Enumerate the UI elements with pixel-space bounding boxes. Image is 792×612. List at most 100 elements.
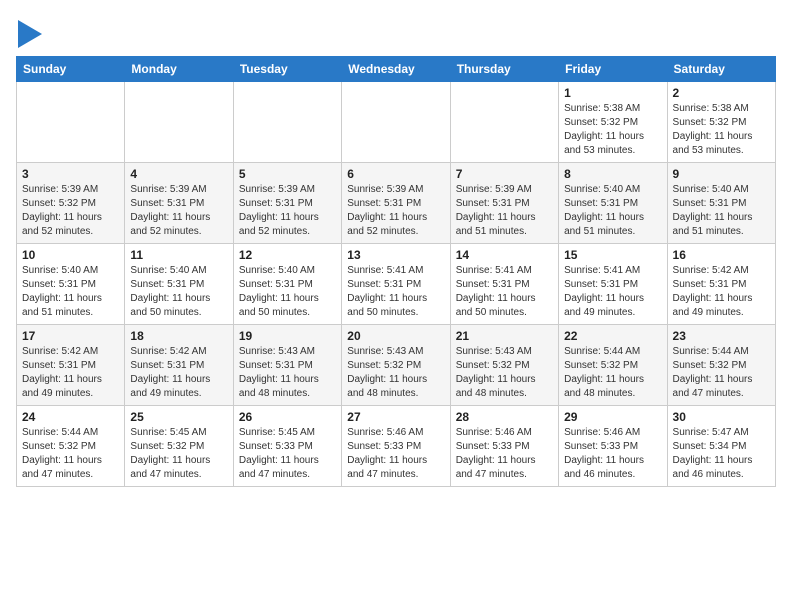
day-number: 13 [347, 248, 444, 262]
day-info: Sunrise: 5:43 AM Sunset: 5:32 PM Dayligh… [347, 345, 444, 401]
day-number: 25 [130, 410, 227, 424]
day-cell: 25 Sunrise: 5:45 AM Sunset: 5:32 PM Dayli… [125, 406, 233, 487]
day-cell: 4 Sunrise: 5:39 AM Sunset: 5:31 PM Daylig… [125, 163, 233, 244]
day-number: 27 [347, 410, 444, 424]
day-info: Sunrise: 5:40 AM Sunset: 5:31 PM Dayligh… [564, 183, 661, 239]
day-info: Sunrise: 5:44 AM Sunset: 5:32 PM Dayligh… [673, 345, 770, 401]
day-number: 8 [564, 167, 661, 181]
col-header-saturday: Saturday [667, 57, 775, 82]
week-row-0: 1 Sunrise: 5:38 AM Sunset: 5:32 PM Daylig… [17, 82, 776, 163]
day-number: 6 [347, 167, 444, 181]
calendar-table: SundayMondayTuesdayWednesdayThursdayFrid… [16, 56, 776, 487]
week-row-1: 3 Sunrise: 5:39 AM Sunset: 5:32 PM Daylig… [17, 163, 776, 244]
day-number: 16 [673, 248, 770, 262]
day-number: 23 [673, 329, 770, 343]
day-cell: 29 Sunrise: 5:46 AM Sunset: 5:33 PM Dayli… [559, 406, 667, 487]
day-number: 4 [130, 167, 227, 181]
day-info: Sunrise: 5:42 AM Sunset: 5:31 PM Dayligh… [22, 345, 119, 401]
day-cell [342, 82, 450, 163]
day-info: Sunrise: 5:46 AM Sunset: 5:33 PM Dayligh… [347, 426, 444, 482]
day-number: 30 [673, 410, 770, 424]
day-cell: 9 Sunrise: 5:40 AM Sunset: 5:31 PM Daylig… [667, 163, 775, 244]
day-info: Sunrise: 5:38 AM Sunset: 5:32 PM Dayligh… [564, 102, 661, 158]
day-number: 11 [130, 248, 227, 262]
day-number: 3 [22, 167, 119, 181]
day-number: 14 [456, 248, 553, 262]
day-info: Sunrise: 5:42 AM Sunset: 5:31 PM Dayligh… [673, 264, 770, 320]
day-number: 26 [239, 410, 336, 424]
logo-icon [18, 20, 42, 48]
day-info: Sunrise: 5:40 AM Sunset: 5:31 PM Dayligh… [239, 264, 336, 320]
day-cell: 7 Sunrise: 5:39 AM Sunset: 5:31 PM Daylig… [450, 163, 558, 244]
day-info: Sunrise: 5:46 AM Sunset: 5:33 PM Dayligh… [564, 426, 661, 482]
day-info: Sunrise: 5:39 AM Sunset: 5:31 PM Dayligh… [239, 183, 336, 239]
day-info: Sunrise: 5:44 AM Sunset: 5:32 PM Dayligh… [22, 426, 119, 482]
day-cell [17, 82, 125, 163]
day-number: 22 [564, 329, 661, 343]
day-cell: 1 Sunrise: 5:38 AM Sunset: 5:32 PM Daylig… [559, 82, 667, 163]
day-cell: 22Sunrise: 5:44 AM Sunset: 5:32 PM Dayli… [559, 325, 667, 406]
day-info: Sunrise: 5:39 AM Sunset: 5:31 PM Dayligh… [130, 183, 227, 239]
day-info: Sunrise: 5:40 AM Sunset: 5:31 PM Dayligh… [22, 264, 119, 320]
day-info: Sunrise: 5:47 AM Sunset: 5:34 PM Dayligh… [673, 426, 770, 482]
day-number: 19 [239, 329, 336, 343]
day-cell: 10 Sunrise: 5:40 AM Sunset: 5:31 PM Dayli… [17, 244, 125, 325]
day-number: 7 [456, 167, 553, 181]
day-info: Sunrise: 5:40 AM Sunset: 5:31 PM Dayligh… [130, 264, 227, 320]
col-header-tuesday: Tuesday [233, 57, 341, 82]
day-cell: 30 Sunrise: 5:47 AM Sunset: 5:34 PM Dayli… [667, 406, 775, 487]
day-cell: 3 Sunrise: 5:39 AM Sunset: 5:32 PM Daylig… [17, 163, 125, 244]
page: SundayMondayTuesdayWednesdayThursdayFrid… [0, 0, 792, 497]
col-header-thursday: Thursday [450, 57, 558, 82]
day-cell: 13 Sunrise: 5:41 AM Sunset: 5:31 PM Dayli… [342, 244, 450, 325]
day-info: Sunrise: 5:42 AM Sunset: 5:31 PM Dayligh… [130, 345, 227, 401]
col-header-wednesday: Wednesday [342, 57, 450, 82]
day-number: 29 [564, 410, 661, 424]
day-cell: 18 Sunrise: 5:42 AM Sunset: 5:31 PM Dayli… [125, 325, 233, 406]
day-cell: 27 Sunrise: 5:46 AM Sunset: 5:33 PM Dayli… [342, 406, 450, 487]
week-row-3: 17 Sunrise: 5:42 AM Sunset: 5:31 PM Dayli… [17, 325, 776, 406]
day-number: 28 [456, 410, 553, 424]
day-cell: 6 Sunrise: 5:39 AM Sunset: 5:31 PM Daylig… [342, 163, 450, 244]
week-row-4: 24 Sunrise: 5:44 AM Sunset: 5:32 PM Dayli… [17, 406, 776, 487]
day-cell: 21 Sunrise: 5:43 AM Sunset: 5:32 PM Dayli… [450, 325, 558, 406]
day-info: Sunrise: 5:39 AM Sunset: 5:31 PM Dayligh… [456, 183, 553, 239]
day-number: 18 [130, 329, 227, 343]
day-cell: 11 Sunrise: 5:40 AM Sunset: 5:31 PM Dayli… [125, 244, 233, 325]
day-number: 2 [673, 86, 770, 100]
day-number: 21 [456, 329, 553, 343]
day-info: Sunrise: 5:43 AM Sunset: 5:32 PM Dayligh… [456, 345, 553, 401]
day-number: 15 [564, 248, 661, 262]
day-cell: 24 Sunrise: 5:44 AM Sunset: 5:32 PM Dayli… [17, 406, 125, 487]
day-cell: 14 Sunrise: 5:41 AM Sunset: 5:31 PM Dayli… [450, 244, 558, 325]
day-info: Sunrise: 5:39 AM Sunset: 5:31 PM Dayligh… [347, 183, 444, 239]
day-cell: 26Sunrise: 5:45 AM Sunset: 5:33 PM Dayli… [233, 406, 341, 487]
day-number: 10 [22, 248, 119, 262]
day-cell: 16 Sunrise: 5:42 AM Sunset: 5:31 PM Dayli… [667, 244, 775, 325]
day-info: Sunrise: 5:45 AM Sunset: 5:32 PM Dayligh… [130, 426, 227, 482]
day-info: Sunrise: 5:39 AM Sunset: 5:32 PM Dayligh… [22, 183, 119, 239]
day-number: 9 [673, 167, 770, 181]
day-cell: 19 Sunrise: 5:43 AM Sunset: 5:31 PM Dayli… [233, 325, 341, 406]
day-info: Sunrise: 5:41 AM Sunset: 5:31 PM Dayligh… [456, 264, 553, 320]
day-cell [125, 82, 233, 163]
day-info: Sunrise: 5:46 AM Sunset: 5:33 PM Dayligh… [456, 426, 553, 482]
header [16, 16, 776, 48]
week-row-2: 10 Sunrise: 5:40 AM Sunset: 5:31 PM Dayli… [17, 244, 776, 325]
day-number: 1 [564, 86, 661, 100]
day-info: Sunrise: 5:41 AM Sunset: 5:31 PM Dayligh… [564, 264, 661, 320]
day-number: 24 [22, 410, 119, 424]
header-row: SundayMondayTuesdayWednesdayThursdayFrid… [17, 57, 776, 82]
day-info: Sunrise: 5:43 AM Sunset: 5:31 PM Dayligh… [239, 345, 336, 401]
day-info: Sunrise: 5:40 AM Sunset: 5:31 PM Dayligh… [673, 183, 770, 239]
day-cell: 15 Sunrise: 5:41 AM Sunset: 5:31 PM Dayli… [559, 244, 667, 325]
day-cell: 5 Sunrise: 5:39 AM Sunset: 5:31 PM Daylig… [233, 163, 341, 244]
day-number: 5 [239, 167, 336, 181]
day-number: 17 [22, 329, 119, 343]
day-number: 20 [347, 329, 444, 343]
calendar-body: 1 Sunrise: 5:38 AM Sunset: 5:32 PM Daylig… [17, 82, 776, 487]
day-info: Sunrise: 5:41 AM Sunset: 5:31 PM Dayligh… [347, 264, 444, 320]
day-cell: 20 Sunrise: 5:43 AM Sunset: 5:32 PM Dayli… [342, 325, 450, 406]
day-cell: 28 Sunrise: 5:46 AM Sunset: 5:33 PM Dayli… [450, 406, 558, 487]
day-cell: 17 Sunrise: 5:42 AM Sunset: 5:31 PM Dayli… [17, 325, 125, 406]
